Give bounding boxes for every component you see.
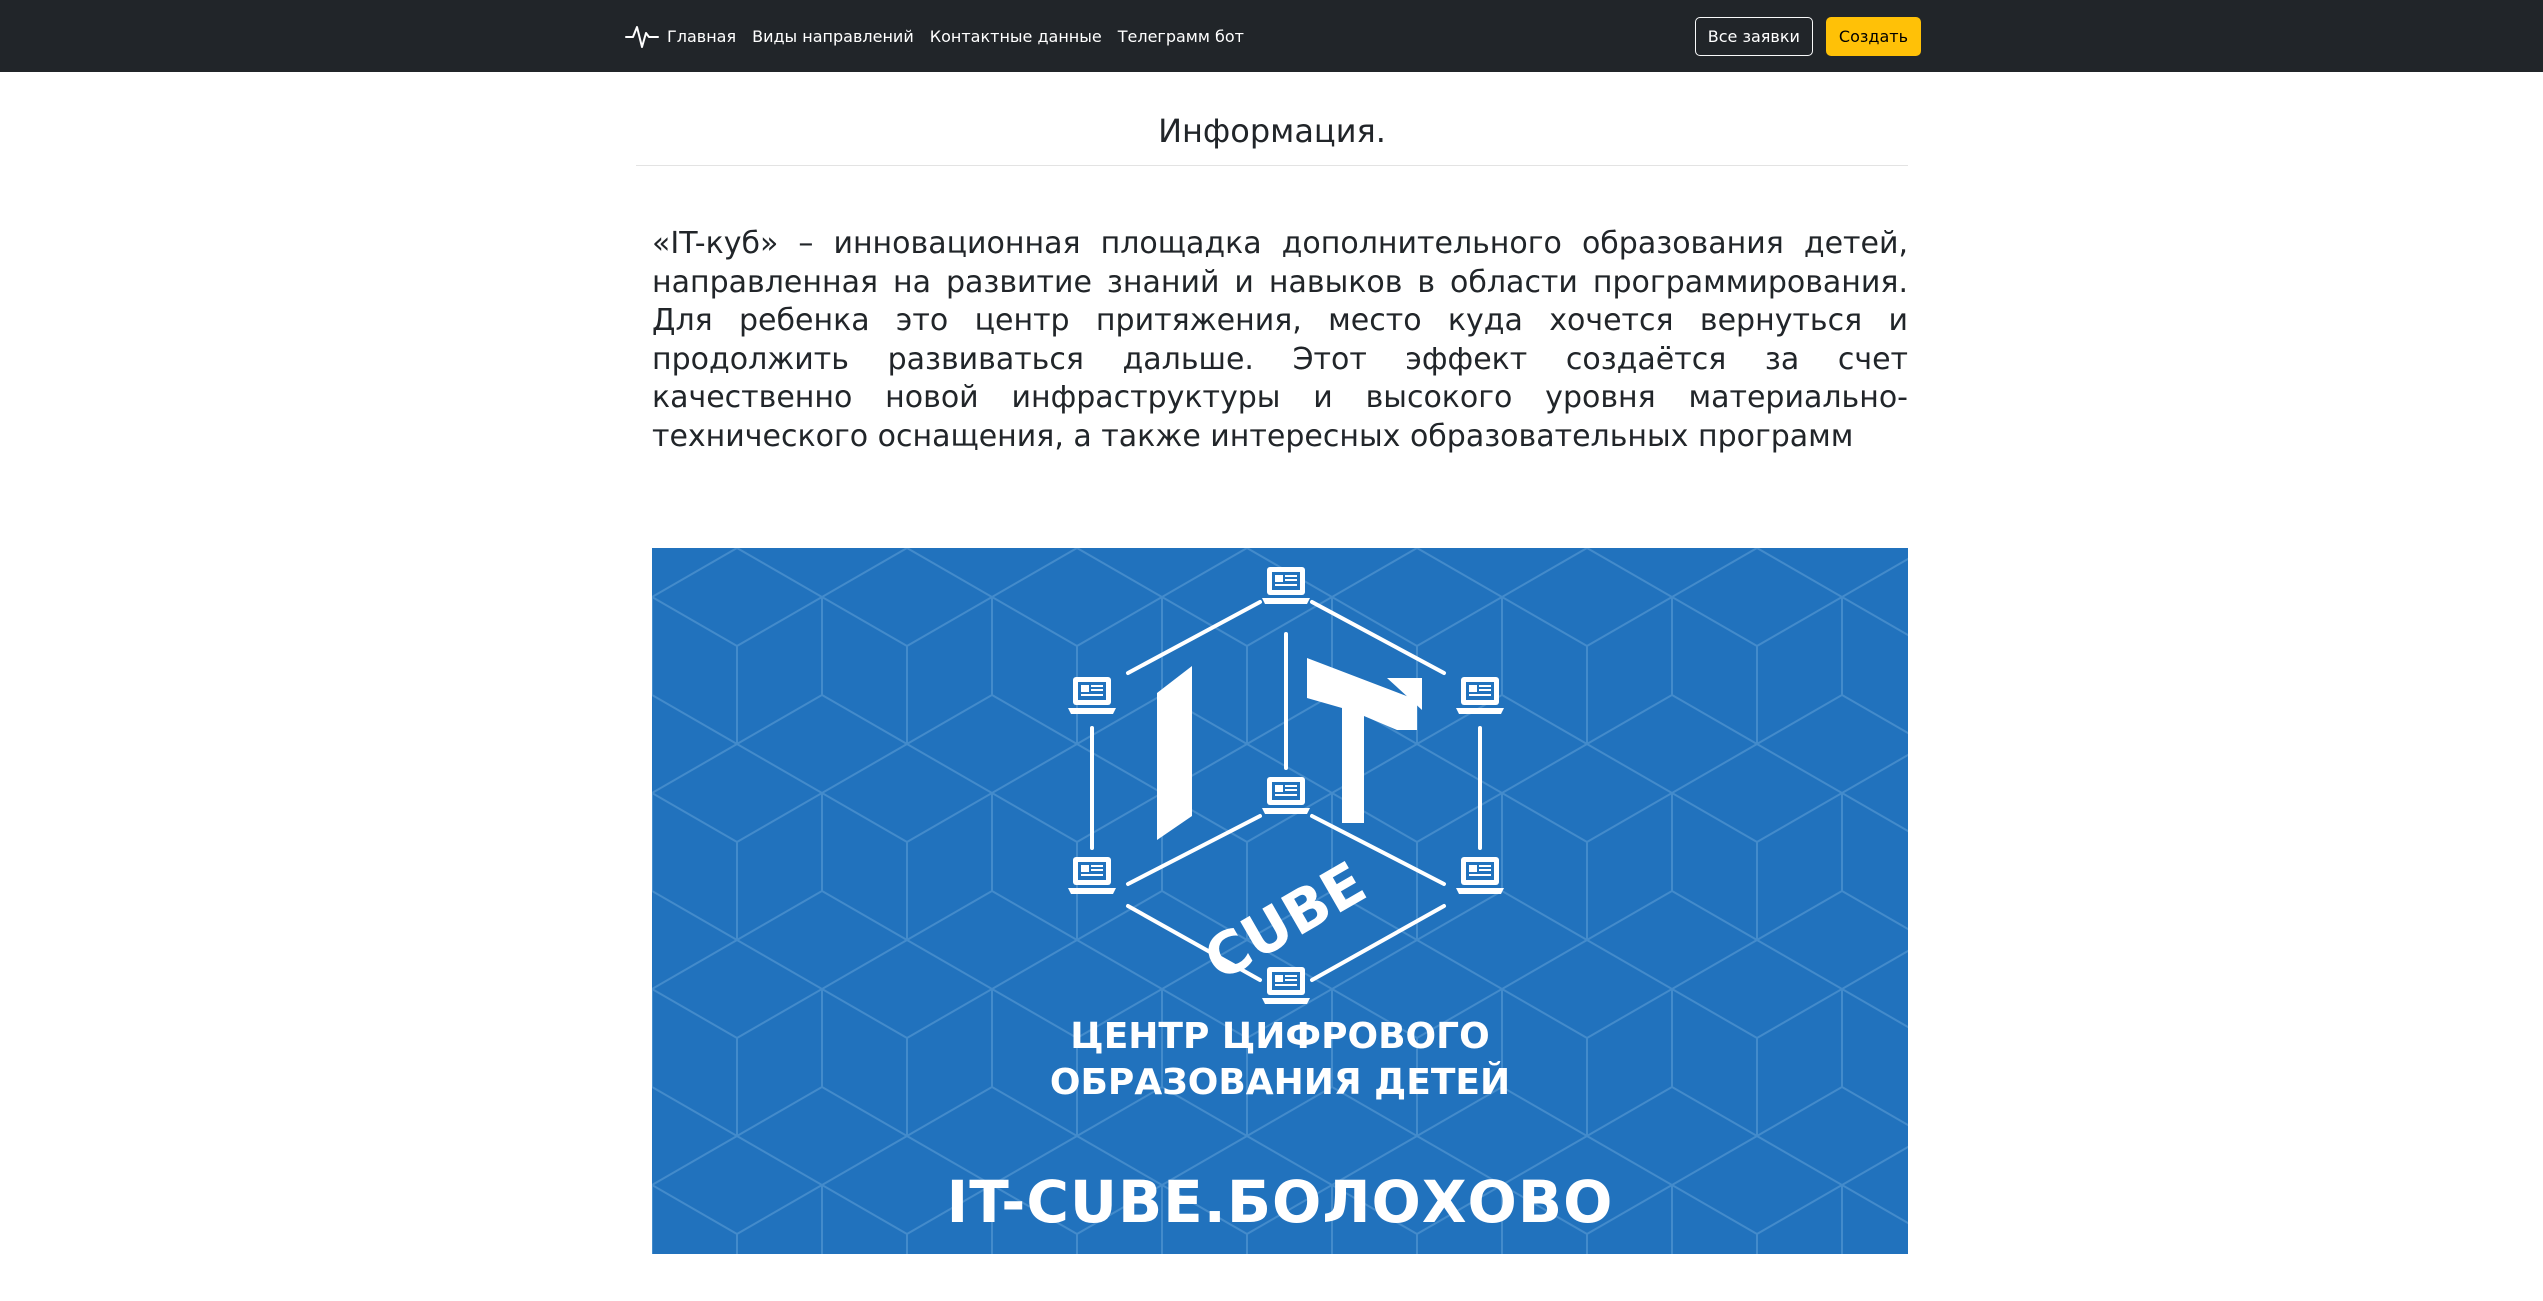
pulse-icon[interactable] bbox=[625, 19, 659, 53]
banner-subtitle-line1: ЦЕНТР ЦИФРОВОГО bbox=[1070, 1016, 1490, 1057]
nav-link-home[interactable]: Главная bbox=[667, 27, 736, 46]
title-divider bbox=[636, 165, 1908, 166]
nav-link-directions[interactable]: Виды направлений bbox=[752, 27, 914, 46]
page-title: Информация. bbox=[1158, 112, 1386, 150]
nav-link-telegram-bot[interactable]: Телеграмм бот bbox=[1118, 27, 1244, 46]
navbar-actions: Все заявки Создать bbox=[1694, 16, 1921, 56]
it-cube-logo: CUBE bbox=[652, 548, 1908, 1254]
nav-link-contacts[interactable]: Контактные данные bbox=[930, 27, 1102, 46]
banner-site-name: IT-CUBE.БОЛОХОВО bbox=[946, 1168, 1614, 1236]
banner-subtitle-line2: ОБРАЗОВАНИЯ ДЕТЕЙ bbox=[1049, 1062, 1511, 1103]
create-button[interactable]: Создать bbox=[1825, 16, 1921, 56]
info-description: «IT-куб» – инновационная площадка дополн… bbox=[652, 226, 1908, 454]
it-cube-banner: CUBE ЦЕНТР ЦИФРОВОГО ОБРАЗОВАНИЯ ДЕТЕЙ I… bbox=[652, 548, 1908, 1254]
all-requests-button[interactable]: Все заявки bbox=[1694, 16, 1813, 56]
top-navbar: Главная Виды направлений Контактные данн… bbox=[0, 0, 2543, 72]
navbar-container: Главная Виды направлений Контактные данн… bbox=[625, 0, 1921, 72]
